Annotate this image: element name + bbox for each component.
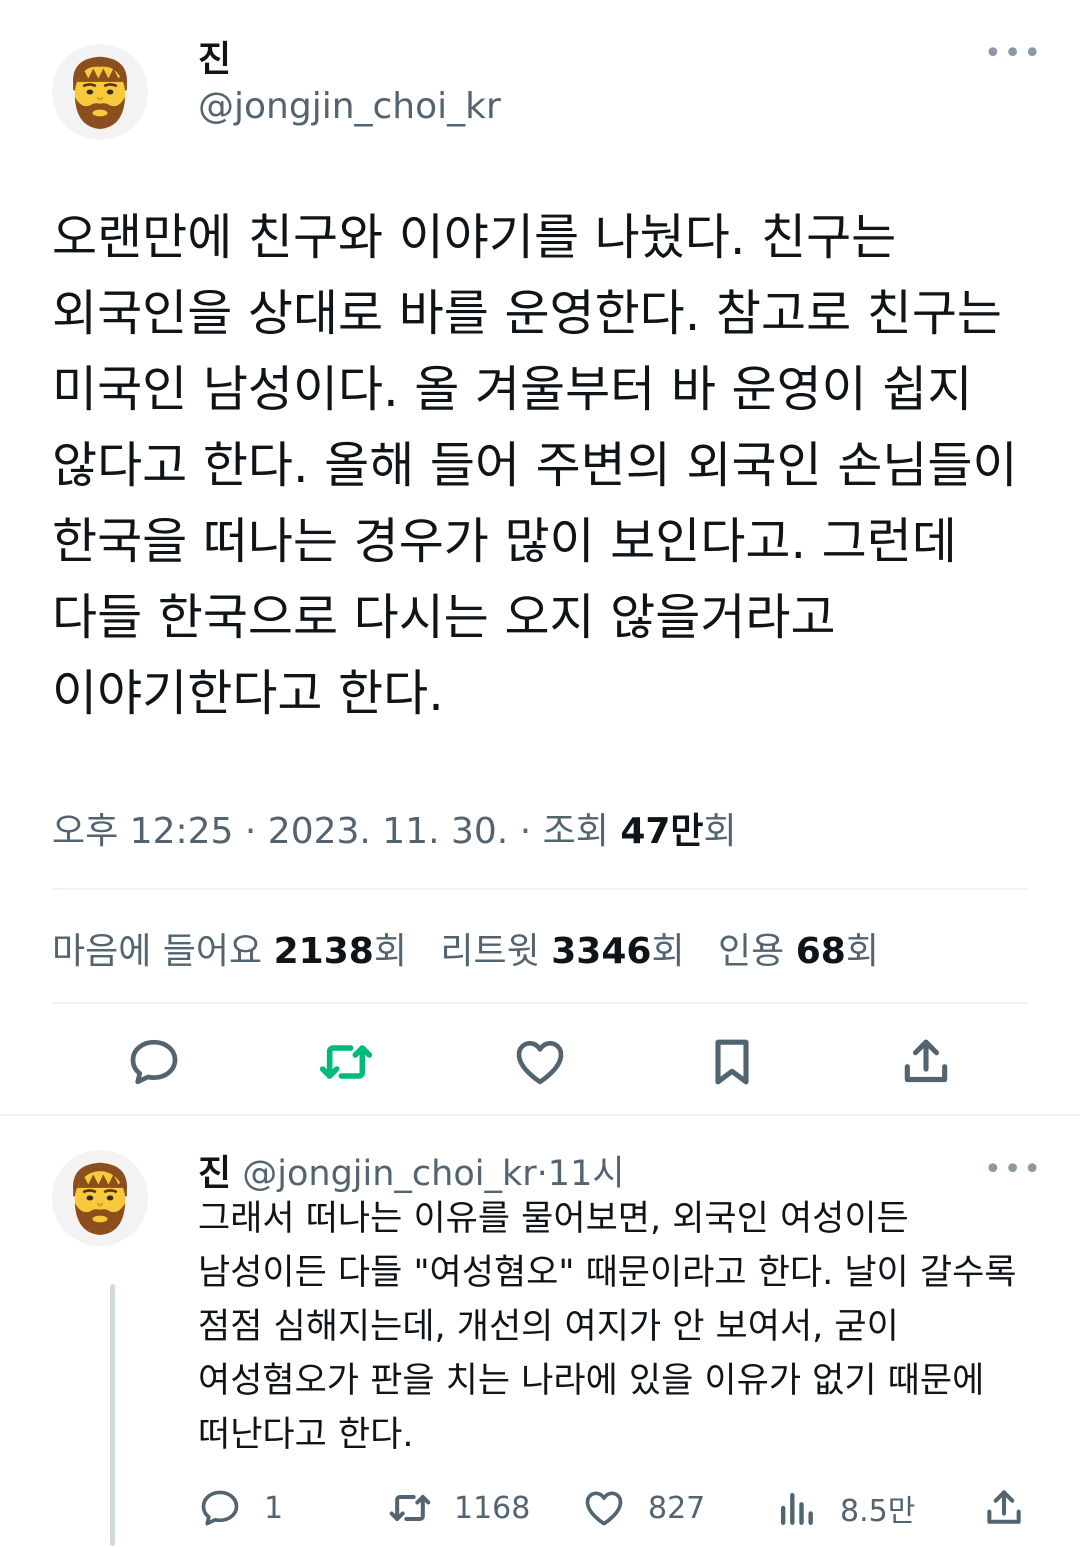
section-separator (0, 1114, 1080, 1116)
bookmark-icon[interactable] (704, 1034, 760, 1090)
reply-text: 그래서 떠나는 이유를 물어보면, 외국인 여성이든 남성이든 다들 "여성혐오… (198, 1199, 1017, 1455)
stat-suffix: 회 (373, 931, 407, 972)
meta-separator: · (244, 811, 257, 852)
views-label: 조회 (542, 811, 609, 852)
divider (52, 888, 1028, 890)
divider (52, 1002, 1028, 1004)
reply-time[interactable]: 11시 (548, 1154, 625, 1194)
author-name[interactable]: 진 (198, 30, 231, 82)
tweet-stats: 마음에 들어요 2138회 리트윗 3346회 인용 68회 (52, 922, 879, 974)
reply-views-action[interactable]: 8.5만 (774, 1486, 915, 1530)
thread-line (110, 1284, 115, 1546)
author-handle[interactable]: @jongjin_choi_kr (198, 86, 501, 127)
quotes-count: 68 (795, 931, 846, 972)
tweet-time[interactable]: 오후 12:25 (52, 811, 233, 852)
bearded-man-emoji-icon (73, 1162, 127, 1235)
reply-icon (201, 1490, 239, 1526)
reply-separator: · (536, 1154, 548, 1194)
like-count: 827 (648, 1490, 706, 1526)
stat-suffix: 회 (845, 931, 879, 972)
reply-author-handle[interactable]: @jongjin_choi_kr (242, 1154, 536, 1194)
tweet-date[interactable]: 2023. 11. 30. (268, 811, 508, 852)
retweet-icon (389, 1494, 431, 1522)
retweets-count: 3346 (551, 931, 652, 972)
retweet-count: 1168 (454, 1490, 531, 1526)
views-count: 8.5만 (840, 1494, 916, 1529)
quotes-stat[interactable]: 인용 68회 (718, 931, 879, 972)
reply-retweet-action[interactable]: 1168 (388, 1486, 530, 1530)
share-icon (987, 1490, 1021, 1524)
retweet-icon[interactable] (318, 1034, 374, 1090)
tweet-meta: 오후 12:25 · 2023. 11. 30. · 조회 47만회 (52, 802, 737, 854)
quotes-label: 인용 (718, 931, 785, 972)
reply-reply-action[interactable]: 1 (198, 1486, 283, 1530)
retweets-label: 리트윗 (440, 931, 540, 972)
reply-like-action[interactable]: 827 (582, 1486, 705, 1530)
reply-author-name[interactable]: 진 (198, 1153, 231, 1194)
likes-count: 2138 (273, 931, 374, 972)
more-horizontal-icon[interactable]: ••• (984, 1152, 1043, 1187)
reply-count: 1 (264, 1490, 284, 1526)
reply-header: 진 @jongjin_choi_kr·11시 (198, 1144, 625, 1196)
reply-icon[interactable] (126, 1034, 182, 1090)
likes-label: 마음에 들어요 (52, 931, 263, 972)
meta-separator: · (519, 811, 532, 852)
share-icon[interactable] (898, 1034, 954, 1090)
more-horizontal-icon[interactable]: ••• (984, 36, 1043, 71)
stat-suffix: 회 (651, 931, 685, 972)
reply-share-action[interactable] (982, 1486, 1026, 1530)
like-icon (585, 1491, 623, 1526)
bearded-man-emoji-icon (73, 56, 127, 129)
author-avatar[interactable] (52, 44, 148, 140)
views-icon (780, 1492, 813, 1525)
views-suffix: 회 (703, 811, 737, 852)
like-icon[interactable] (512, 1034, 568, 1090)
retweets-stat[interactable]: 리트윗 3346회 (440, 931, 684, 972)
tweet-text: 오랜만에 친구와 이야기를 나눴다. 친구는 외국인을 상대로 바를 운영한다.… (52, 209, 1018, 722)
reply-author-avatar[interactable] (52, 1150, 148, 1246)
likes-stat[interactable]: 마음에 들어요 2138회 (52, 931, 407, 972)
views-value: 47만 (620, 811, 704, 852)
